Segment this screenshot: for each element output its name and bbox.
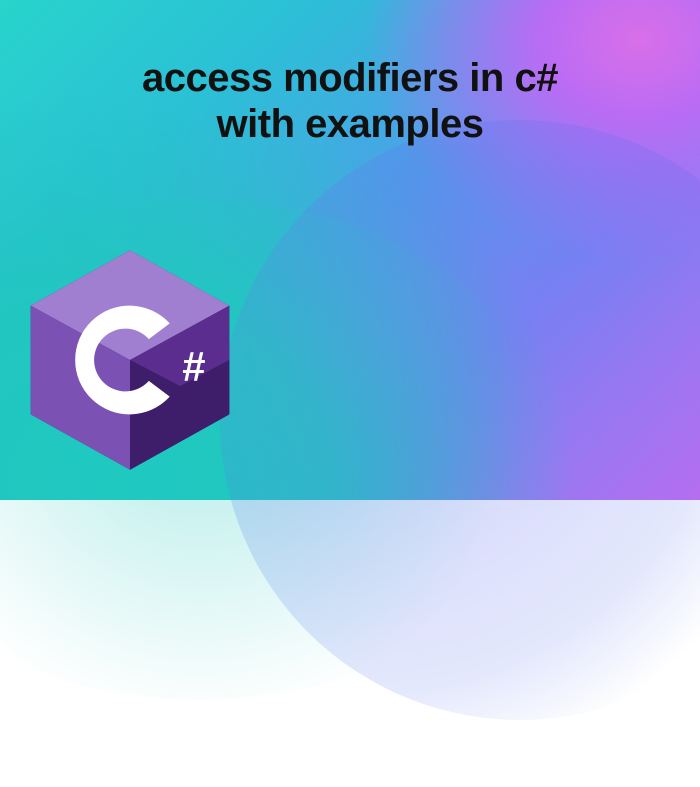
page-title: access modifiers in c# with examples xyxy=(0,55,700,147)
hash-symbol: # xyxy=(182,343,205,390)
csharp-logo-icon: # xyxy=(25,245,235,475)
banner-canvas: access modifiers in c# with examples # xyxy=(0,0,700,500)
title-line-1: access modifiers in c# xyxy=(0,55,700,101)
title-line-2: with examples xyxy=(0,101,700,147)
